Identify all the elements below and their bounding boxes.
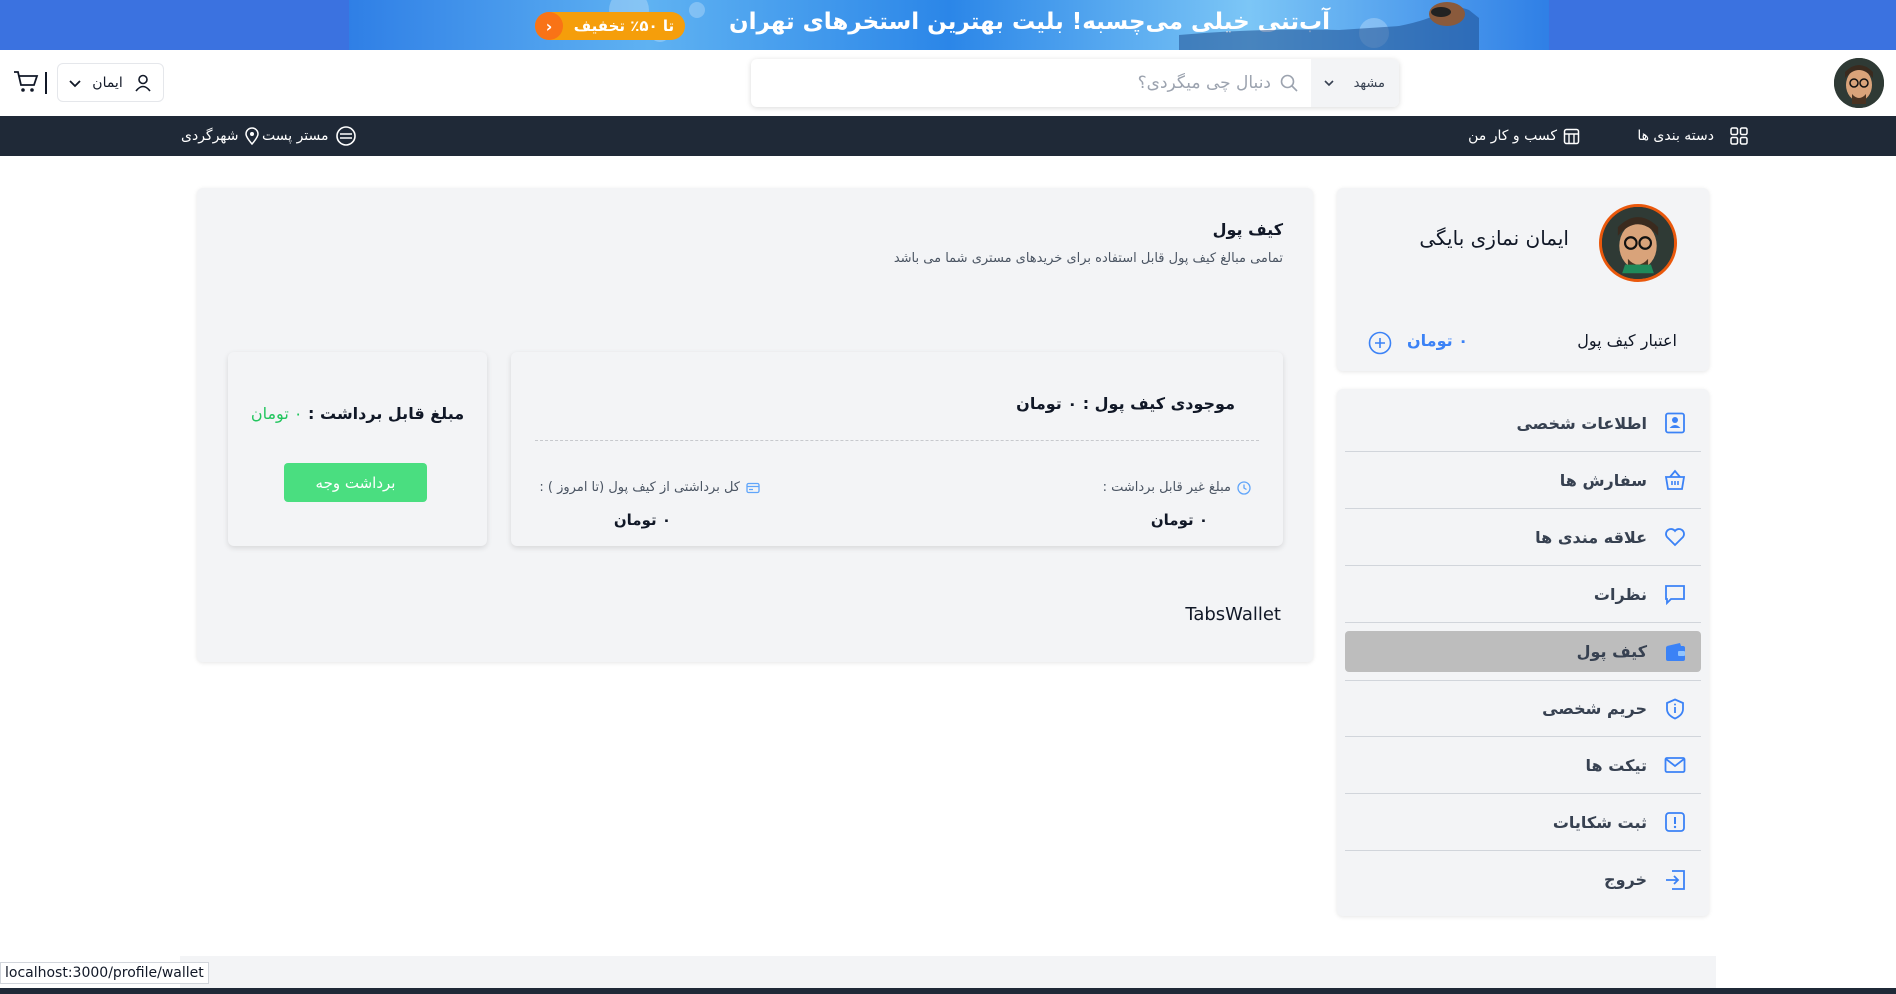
menu-item-orders[interactable]: سفارش ها [1345,452,1701,509]
wallet-subtitle: تمامی مبالغ کیف پول قابل استفاده برای خر… [893,251,1283,266]
nav-my-business-label: کسب و کار من [1468,128,1557,144]
menu-item-logout[interactable]: خروج [1345,851,1701,908]
cart-button[interactable] [13,70,39,94]
banner-discount-label: تا ۵۰٪ تخفیف [573,17,675,35]
top-banner-bar: › تا ۵۰٪ تخفیف آب‌تنی خیلی می‌چسبه! بلیت… [0,0,1896,50]
main-nav: دسته بندی ها کسب و کار من مستر پست شهرگر… [0,116,1896,156]
menu-item-label: حریم شخصی [1542,699,1647,718]
nav-tourism-label: شهرگردی [181,128,239,144]
withdrawable-amount: مبلغ قابل برداشت : ۰ تومان [228,404,487,423]
wallet-panel: کیف پول تمامی مبالغ کیف پول قابل استفاده… [197,188,1313,662]
search-icon [1279,73,1299,93]
divider [535,440,1259,441]
total-withdrawn-value: ۰ تومان [613,511,671,529]
search-input[interactable] [751,73,1271,93]
basket-icon [1663,468,1687,492]
non-withdrawable-label-text: مبلغ غیر قابل برداشت : [1102,480,1231,495]
chevron-down-icon [69,79,81,87]
swimmer-image [1179,2,1479,50]
menu-item-comments[interactable]: نظرات [1345,566,1701,623]
avatar-icon [1834,58,1884,108]
search-bar: مشهد [751,59,1399,107]
menu-item-privacy[interactable]: حریم شخصی [1345,680,1701,737]
cart-icon [14,71,39,92]
clock-icon [1237,480,1251,495]
tabs-wallet-label: TabsWallet [1185,604,1281,625]
chevron-down-icon [1324,80,1334,87]
envelope-icon [1663,753,1687,777]
comment-icon [1663,582,1687,606]
card-icon [746,482,760,493]
grid-icon [1730,127,1748,145]
city-label: مشهد [1353,75,1385,91]
nav-master-post[interactable]: مستر پست [262,116,357,156]
withdrawable-value: ۰ تومان [250,404,303,423]
withdraw-card: مبلغ قابل برداشت : ۰ تومان برداشت وجه [228,352,487,546]
menu-item-tickets[interactable]: تیکت ها [1345,737,1701,794]
total-withdrawn-label-text: کل برداشتی از کیف پول (تا امروز ) : [539,480,740,495]
menu-item-label: علاقه مندی ها [1535,527,1647,547]
status-bar-url: localhost:3000/profile/wallet [0,962,209,984]
user-name: ایمان [92,74,123,91]
promo-banner[interactable]: › تا ۵۰٪ تخفیف آب‌تنی خیلی می‌چسبه! بلیت… [349,0,1549,50]
bottom-edge [0,988,1896,994]
location-pin-icon [244,127,259,145]
wallet-credit-label: اعتبار کیف پول [1577,331,1677,350]
menu-item-complaints[interactable]: ثبت شکایات [1345,794,1701,851]
logout-icon [1663,868,1687,892]
menu-item-favorites[interactable]: علاقه مندی ها [1345,509,1701,566]
chevron-right-icon: › [535,12,563,40]
store-icon [1563,128,1580,144]
profile-avatar[interactable] [1599,204,1677,282]
menu-item-label: ثبت شکایات [1552,812,1647,832]
non-withdrawable-label: مبلغ غیر قابل برداشت : [1103,480,1251,495]
wallet-title: کیف پول [1212,220,1283,239]
shield-icon [1663,697,1687,721]
avatar-icon [1602,207,1674,279]
withdrawable-label: مبلغ قابل برداشت : [308,404,465,423]
menu-item-label: اطلاعات شخصی [1516,413,1647,433]
profile-card: ایمان نمازی بایگی اعتبار کیف پول ۰ تومان [1337,188,1709,371]
nav-master-post-label: مستر پست [262,128,329,144]
wallet-credit-value: ۰ تومان [1407,331,1468,350]
banner-discount-button[interactable]: › تا ۵۰٪ تخفیف [535,12,685,40]
menu-item-label: کیف پول [1576,642,1647,661]
balance-card: موجودی کیف پول : ۰ تومان مبلغ غیر قابل ب… [511,352,1283,546]
nav-categories-label: دسته بندی ها [1637,128,1714,144]
withdraw-button[interactable]: برداشت وجه [284,463,427,502]
user-menu-button[interactable]: ایمان [57,63,164,102]
menu-item-wallet[interactable]: کیف پول [1345,631,1701,672]
menu-item-label: تیکت ها [1585,755,1647,775]
profile-menu: اطلاعات شخصی سفارش ها علاقه مندی ها نظرا… [1337,389,1709,916]
city-selector[interactable]: مشهد [1311,59,1399,107]
globe-icon [335,126,356,146]
total-withdrawn-label: کل برداشتی از کیف پول (تا امروز ) : [539,480,760,495]
header-divider [45,72,47,94]
site-avatar[interactable] [1834,58,1884,108]
profile-name: ایمان نمازی بایگی [1419,226,1569,250]
header: مشهد ایمان [0,50,1896,116]
nav-tourism[interactable]: شهرگردی [181,116,259,156]
nav-categories[interactable]: دسته بندی ها [1637,116,1748,156]
menu-item-label: نظرات [1593,584,1647,604]
heart-icon [1663,525,1687,549]
user-icon [135,74,151,92]
non-withdrawable-value: ۰ تومان [1150,511,1208,529]
add-credit-icon[interactable] [1368,331,1392,355]
nav-my-business[interactable]: کسب و کار من [1468,116,1580,156]
balance-title: موجودی کیف پول : ۰ تومان [1016,394,1235,413]
menu-item-personal-info[interactable]: اطلاعات شخصی [1345,395,1701,452]
alert-icon [1663,810,1687,834]
menu-item-label: خروج [1604,870,1647,889]
menu-item-label: سفارش ها [1559,470,1647,490]
profile-card-icon [1663,411,1687,435]
wallet-icon [1663,640,1687,664]
